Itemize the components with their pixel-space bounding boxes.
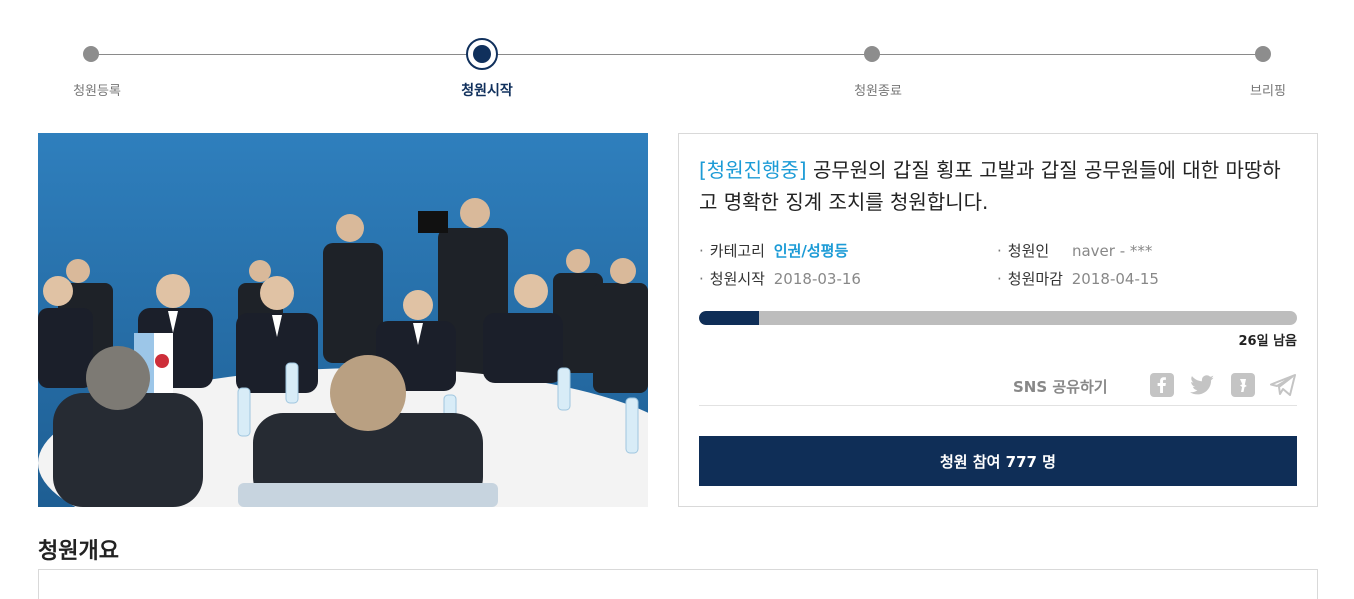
category-label: 카테고리 bbox=[709, 242, 765, 260]
end-date-value: 2018-04-15 bbox=[1071, 270, 1159, 288]
sns-share-label: SNS 공유하기 bbox=[1013, 378, 1108, 396]
twitter-icon[interactable] bbox=[1188, 372, 1214, 398]
petition-status: [청원진행중] bbox=[699, 158, 807, 182]
petition-info-card: [청원진행중] 공무원의 갑질 횡포 고발과 갑질 공무원들에 대한 마땅하고 … bbox=[678, 133, 1318, 507]
step-label-ended: 청원종료 bbox=[854, 84, 902, 99]
telegram-icon[interactable] bbox=[1269, 372, 1296, 398]
petition-progress-steps: 청원등록 청원시작 청원종료 브리핑 bbox=[0, 0, 1354, 110]
kakaostory-icon[interactable] bbox=[1230, 372, 1256, 398]
end-date-label: 청원마감 bbox=[1007, 270, 1063, 288]
start-date-label: 청원시작 bbox=[709, 270, 765, 288]
petition-title: [청원진행중] 공무원의 갑질 횡포 고발과 갑질 공무원들에 대한 마땅하고 … bbox=[699, 154, 1299, 218]
petitioner-label: 청원인 bbox=[1007, 242, 1050, 260]
start-date-value: 2018-03-16 bbox=[773, 270, 861, 288]
steps-line bbox=[91, 54, 1263, 55]
overview-content-box bbox=[38, 569, 1318, 599]
section-title-overview: 청원개요 bbox=[38, 539, 119, 564]
step-label-briefing: 브리핑 bbox=[1250, 84, 1286, 99]
facebook-icon[interactable] bbox=[1149, 372, 1175, 398]
meta-petitioner: · 청원인 naver - *** bbox=[997, 242, 1153, 260]
category-value[interactable]: 인권/성평등 bbox=[774, 242, 848, 260]
step-label-started: 청원시작 bbox=[461, 83, 513, 99]
petition-progress-bar bbox=[699, 311, 1297, 325]
step-dot-started bbox=[466, 38, 498, 70]
petition-progress-fill bbox=[699, 311, 759, 325]
meta-start-date: · 청원시작 2018-03-16 bbox=[699, 270, 861, 288]
step-dot-ended bbox=[864, 46, 880, 62]
step-dot-briefing bbox=[1255, 46, 1271, 62]
step-label-registered: 청원등록 bbox=[73, 84, 121, 99]
join-petition-button[interactable]: 청원 참여 777 명 bbox=[699, 436, 1297, 486]
petition-photo bbox=[38, 133, 648, 507]
days-remaining: 26일 남음 bbox=[1238, 334, 1298, 349]
sns-divider bbox=[699, 405, 1297, 406]
petitioner-value: naver - *** bbox=[1071, 242, 1153, 260]
meta-category: · 카테고리 인권/성평등 bbox=[699, 242, 849, 260]
meta-end-date: · 청원마감 2018-04-15 bbox=[997, 270, 1159, 288]
step-dot-registered bbox=[83, 46, 99, 62]
